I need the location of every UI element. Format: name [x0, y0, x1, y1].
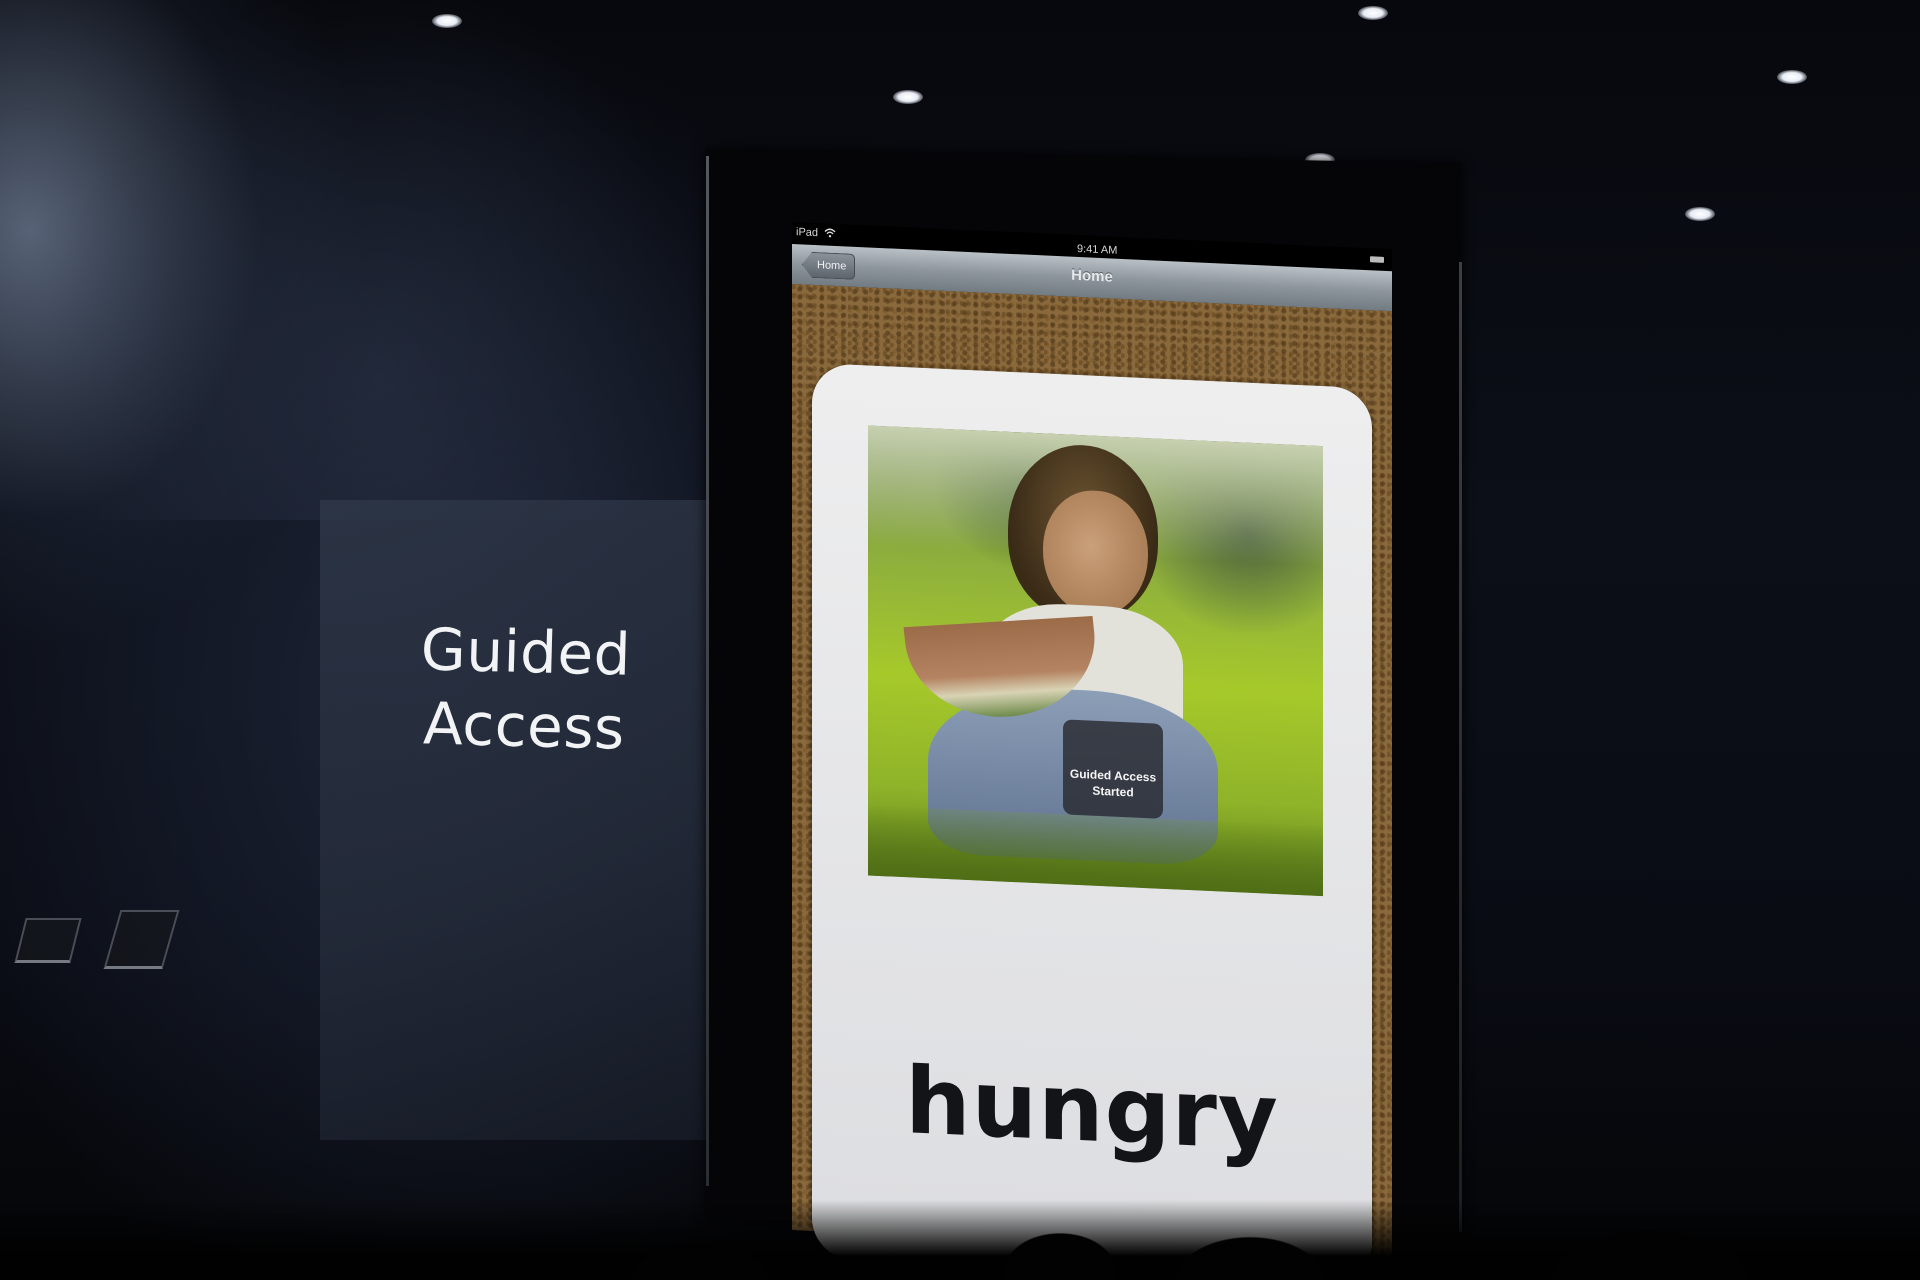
status-time: 9:41 AM: [1077, 242, 1118, 257]
ceiling-light: [1685, 207, 1715, 221]
card-photo: Guided Access Started: [868, 425, 1323, 897]
corkboard-background: Guided Access Started hungry: [792, 284, 1392, 1280]
card-word: hungry: [905, 1047, 1279, 1172]
keynote-stage: Guided Access iPad 9:41 AM Home Home Gui…: [0, 0, 1920, 1280]
audience-silhouettes: [0, 1200, 1920, 1280]
ceiling-light: [893, 90, 923, 104]
toast-text: Guided Access Started: [1063, 765, 1163, 802]
ceiling-light: [432, 14, 462, 28]
status-carrier: iPad: [796, 226, 819, 240]
wifi-icon: [824, 228, 836, 238]
stage-backdrop-glow: [0, 0, 720, 520]
slide-title-line1: Guided: [420, 615, 632, 689]
photo-grass: [868, 805, 1323, 897]
ipad-display: iPad 9:41 AM Home Home Guided Access Sta…: [792, 222, 1392, 1280]
screen-edge: [706, 156, 709, 1186]
flash-card[interactable]: Guided Access Started hungry: [812, 362, 1372, 1280]
battery-icon: [1370, 256, 1384, 263]
slide-title-line2: Access: [422, 689, 626, 763]
slide-title: Guided Access: [358, 611, 692, 768]
ceiling-light: [1358, 6, 1388, 20]
screen-edge: [1459, 262, 1462, 1232]
guided-access-toast: Guided Access Started: [1063, 719, 1163, 819]
laptop: [14, 918, 82, 963]
ceiling-light: [1777, 70, 1807, 84]
slide-panel: [320, 500, 720, 1140]
laptop: [103, 910, 180, 969]
